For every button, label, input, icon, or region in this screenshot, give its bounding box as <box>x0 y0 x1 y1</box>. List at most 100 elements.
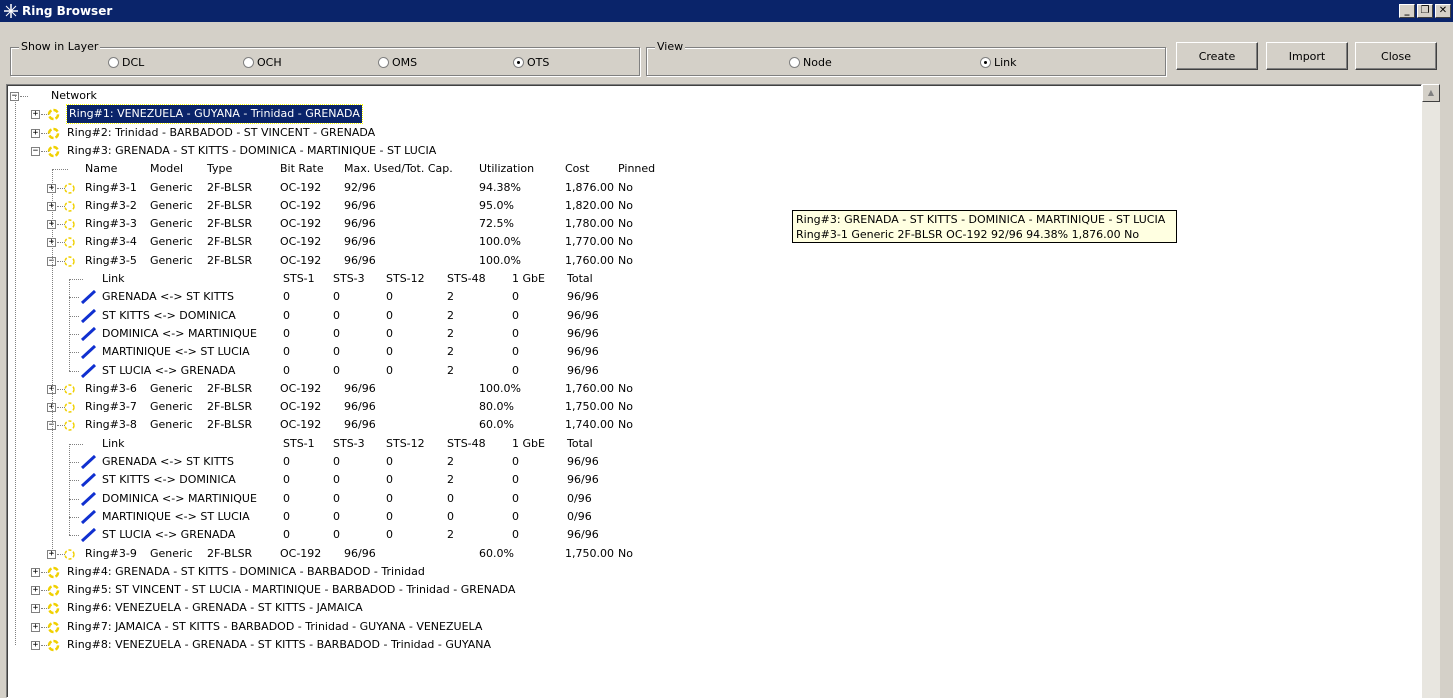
link-sts-3: 0 <box>333 345 340 359</box>
tree-root[interactable]: Network <box>7 87 1407 105</box>
link-sts-12: 0 <box>386 290 393 304</box>
ring-5[interactable]: Ring#5: ST VINCENT - ST LUCIA - MARTINIQ… <box>7 581 1407 599</box>
radio-oms-circle[interactable] <box>378 57 389 68</box>
title-bar: Ring Browser _ ❐ ✕ <box>0 0 1453 22</box>
subring-row[interactable]: Ring#3-5 Generic 2F-BLSR OC-192 96/96 100.0% 1… <box>7 252 1407 270</box>
link-sts-3: 0 <box>333 308 340 322</box>
link-sts-3: 0 <box>333 528 340 542</box>
create-button[interactable]: Create <box>1176 42 1258 70</box>
subring-row[interactable]: Ring#3-1 Generic 2F-BLSR OC-192 92/96 94.38% 1… <box>7 179 1407 197</box>
link-link: DOMINICA <-> MARTINIQUE <box>102 326 257 340</box>
subring-bit-rate: OC-192 <box>280 198 322 212</box>
link-row[interactable]: ST KITTS <-> DOMINICA 0 0 0 2 0 96/96 <box>7 471 1407 489</box>
link-gbe: 0 <box>512 308 519 322</box>
radio-ots-circle[interactable] <box>513 57 524 68</box>
subring-bit-rate: OC-192 <box>280 381 322 395</box>
subring-utilization: 80.0% <box>479 400 514 414</box>
link-row[interactable]: MARTINIQUE <-> ST LUCIA 0 0 0 2 0 96/96 <box>7 343 1407 361</box>
link-row[interactable]: ST KITTS <-> DOMINICA 0 0 0 2 0 96/96 <box>7 307 1407 325</box>
radio-node[interactable]: Node <box>789 56 832 69</box>
radio-node-circle[interactable] <box>789 57 800 68</box>
link-header-sts-48: STS-48 <box>447 272 486 285</box>
radio-link[interactable]: Link <box>980 56 1017 69</box>
restore-button[interactable]: ❐ <box>1417 4 1433 18</box>
link-row[interactable]: DOMINICA <-> MARTINIQUE 0 0 0 2 0 96/96 <box>7 325 1407 343</box>
subring-bit-rate: OC-192 <box>280 418 322 432</box>
ring-8[interactable]: Ring#8: VENEZUELA - GRENADA - ST KITTS -… <box>7 636 1407 654</box>
subring-cost: 1,780.00 <box>565 217 614 231</box>
ring-tree[interactable]: − Network + Ring#1: VENEZUELA - GUYANA - Tr… <box>6 84 1422 698</box>
link-header[interactable]: Link STS-1 STS-3 STS-12 STS-48 1 GbE Total <box>7 270 1407 288</box>
link-row[interactable]: GRENADA <-> ST KITTS 0 0 0 2 0 96/96 <box>7 288 1407 306</box>
link-header-link: Link <box>102 436 125 450</box>
subring-row[interactable]: Ring#3-4 Generic 2F-BLSR OC-192 96/96 100.0% 1… <box>7 233 1407 251</box>
subring-row[interactable]: Ring#3-6 Generic 2F-BLSR OC-192 96/96 100.0% 1… <box>7 380 1407 398</box>
link-gbe: 0 <box>512 326 519 340</box>
ring-6[interactable]: Ring#6: VENEZUELA - GRENADA - ST KITTS -… <box>7 599 1407 617</box>
ring-3[interactable]: Ring#3: GRENADA - ST KITTS - DOMINICA - … <box>7 142 1407 160</box>
link-total: 96/96 <box>567 290 599 304</box>
subring-row[interactable]: Ring#3-8 Generic 2F-BLSR OC-192 96/96 60.0% 1,… <box>7 416 1407 434</box>
subring-row[interactable]: Ring#3-7 Generic 2F-BLSR OC-192 96/96 80.0% 1,… <box>7 398 1407 416</box>
radio-dcl-circle[interactable] <box>108 57 119 68</box>
link-header-total: Total <box>567 436 593 450</box>
radio-och-circle[interactable] <box>243 57 254 68</box>
layer-group-legend: Show in Layer <box>19 40 101 53</box>
subring-header[interactable]: Name Model Type Bit Rate Max. Used/Tot. Cap.… <box>7 160 1407 178</box>
subring-bit-rate: OC-192 <box>280 235 322 249</box>
radio-och[interactable]: OCH <box>243 56 282 69</box>
close-window-button[interactable]: ✕ <box>1435 4 1451 18</box>
link-total: 0/96 <box>567 509 592 523</box>
subring-pinned: No <box>618 217 633 231</box>
ring-2[interactable]: Ring#2: Trinidad - BARBADOD - ST VINCENT… <box>7 124 1407 142</box>
radio-dcl[interactable]: DCL <box>108 56 144 69</box>
link-sts-48: 2 <box>447 326 454 340</box>
ring-4[interactable]: Ring#4: GRENADA - ST KITTS - DOMINICA - … <box>7 563 1407 581</box>
minimize-button[interactable]: _ <box>1399 4 1415 18</box>
radio-ots[interactable]: OTS <box>513 56 549 69</box>
subring-type: 2F-BLSR <box>207 180 253 194</box>
import-button[interactable]: Import <box>1266 42 1348 70</box>
radio-oms[interactable]: OMS <box>378 56 417 69</box>
tree-connector <box>15 96 16 645</box>
subring-pinned: No <box>618 381 633 395</box>
subring-row[interactable]: Ring#3-9 Generic 2F-BLSR OC-192 96/96 60.0% 1,… <box>7 545 1407 563</box>
view-group-legend: View <box>655 40 686 53</box>
radio-node-label: Node <box>803 56 832 69</box>
ring-label: Ring#6: VENEZUELA - GRENADA - ST KITTS -… <box>67 601 363 615</box>
tree-connector <box>69 443 70 536</box>
subring-model: Generic <box>150 198 193 212</box>
link-row[interactable]: MARTINIQUE <-> ST LUCIA 0 0 0 0 0 0/96 <box>7 508 1407 526</box>
link-sts-1: 0 <box>283 345 290 359</box>
subring-row[interactable]: Ring#3-3 Generic 2F-BLSR OC-192 96/96 72.5% 1,… <box>7 215 1407 233</box>
close-button[interactable]: Close <box>1355 42 1437 70</box>
minimize-icon: _ <box>1404 5 1410 16</box>
link-row[interactable]: ST LUCIA <-> GRENADA 0 0 0 2 0 96/96 <box>7 526 1407 544</box>
link-header[interactable]: Link STS-1 STS-3 STS-12 STS-48 1 GbE Total <box>7 435 1407 453</box>
link-sts-48: 2 <box>447 455 454 468</box>
link-header-sts-3: STS-3 <box>333 436 365 450</box>
link-sts-3: 0 <box>333 363 340 377</box>
ring-1[interactable]: Ring#1: VENEZUELA - GUYANA - Trinidad - … <box>7 104 1407 125</box>
link-gbe: 0 <box>512 528 519 542</box>
link-row[interactable]: GRENADA <-> ST KITTS 0 0 0 2 0 96/96 <box>7 453 1407 471</box>
link-sts-48: 2 <box>447 363 454 377</box>
tooltip-line-1: Ring#3: GRENADA - ST KITTS - DOMINICA - … <box>796 213 1166 226</box>
scroll-up-button[interactable]: ▲ <box>1422 84 1440 102</box>
radio-link-circle[interactable] <box>980 57 991 68</box>
subring-type: 2F-BLSR <box>207 198 253 212</box>
link-row[interactable]: DOMINICA <-> MARTINIQUE 0 0 0 0 0 0/96 <box>7 490 1407 508</box>
subring-pinned: No <box>618 253 633 267</box>
link-sts-3: 0 <box>333 473 340 487</box>
subring-name: Ring#3-4 <box>85 235 137 249</box>
link-row[interactable]: ST LUCIA <-> GRENADA 0 0 0 2 0 96/96 <box>7 362 1407 380</box>
link-link: GRENADA <-> ST KITTS <box>102 455 234 468</box>
ring-7[interactable]: Ring#7: JAMAICA - ST KITTS - BARBADOD - … <box>7 618 1407 636</box>
subring-row[interactable]: Ring#3-2 Generic 2F-BLSR OC-192 96/96 95.0% 1,… <box>7 197 1407 215</box>
link-sts-3: 0 <box>333 326 340 340</box>
tree-connector <box>69 279 70 371</box>
close-icon: ✕ <box>1438 5 1448 16</box>
vertical-scrollbar[interactable]: ▲ <box>1422 84 1440 698</box>
link-sts-1: 0 <box>283 308 290 322</box>
subring-pinned: No <box>618 546 633 560</box>
